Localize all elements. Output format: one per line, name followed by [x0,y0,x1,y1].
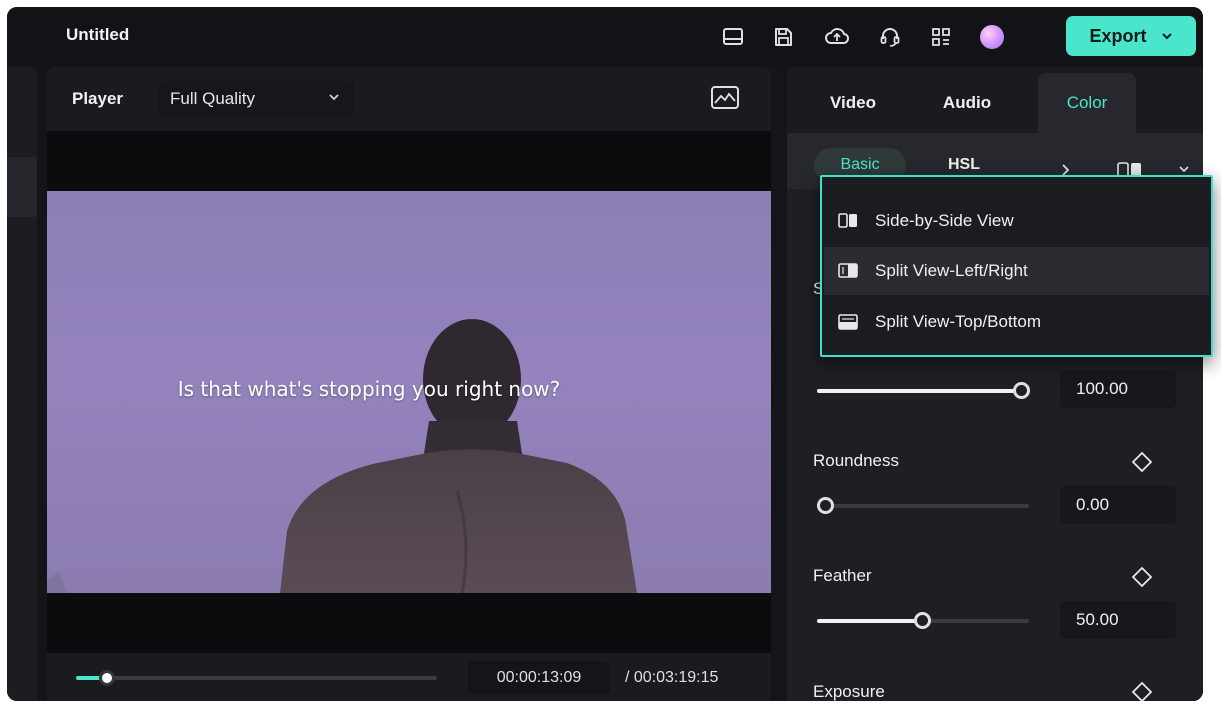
player-label: Player [72,89,124,108]
quality-dropdown[interactable]: Full Quality [158,81,354,117]
menu-item-split-top-bottom[interactable]: Split View-Top/Bottom [824,298,1209,346]
layout-icon[interactable] [721,25,745,49]
slider-knob[interactable] [1013,382,1030,399]
side-by-side-icon [838,213,857,228]
split-left-right-icon [838,263,858,278]
quality-value: Full Quality [170,89,256,108]
progress-fill [76,676,101,680]
menu-item-label: Split View-Left/Right [875,261,1028,280]
title-bar: Untitled Export [7,7,1203,65]
save-icon[interactable] [771,25,795,49]
playback-controls: 00:00:13:09 / 00:03:19:15 [47,653,771,701]
feather-label: Feather [813,566,872,585]
current-time[interactable]: 00:00:13:09 [468,661,610,695]
project-title: Untitled [66,25,130,44]
video-subtitle: Is that what's stopping you right now? [177,377,561,401]
left-panel-item[interactable] [7,157,37,217]
keyframe-diamond-icon[interactable] [1131,681,1153,701]
exposure-label: Exposure [813,682,885,701]
player-header: Player Full Quality [47,67,771,131]
split-top-bottom-icon [838,314,858,330]
progress-knob[interactable] [99,670,115,686]
roundness-label: Roundness [813,451,900,470]
avatar[interactable] [980,25,1004,49]
menu-item-split-left-right[interactable]: Split View-Left/Right [824,247,1209,295]
properties-panel: Video Audio Color Basic HSL S 100.00 Rou… [787,67,1203,701]
total-time: / 00:03:19:15 [625,669,719,686]
playback-progress[interactable] [76,670,437,686]
tab-color[interactable]: Color [1038,73,1136,133]
slider-fill [817,619,917,623]
headset-icon[interactable] [878,25,902,49]
slider-fill [817,389,1027,393]
slider-knob[interactable] [817,497,834,514]
param-value[interactable]: 100.00 [1060,370,1176,408]
tab-audio[interactable]: Audio [917,73,1017,133]
feather-slider[interactable] [817,612,1029,629]
export-label: Export [1089,25,1147,46]
menu-item-label: Split View-Top/Bottom [875,312,1041,331]
panel-tabs: Video Audio Color [787,67,1203,133]
chevron-down-icon [329,94,339,101]
slider-knob[interactable] [914,612,931,629]
menu-item-label: Side-by-Side View [875,211,1014,230]
snapshot-icon[interactable] [710,85,740,111]
grid-apps-icon[interactable] [929,25,953,49]
chevron-down-icon[interactable] [1178,165,1190,175]
cloud-upload-icon[interactable] [825,25,849,49]
menu-item-side-by-side[interactable]: Side-by-Side View [824,197,1209,245]
player-panel: Player Full Quality Is that what's stopp… [47,67,771,701]
keyframe-diamond-icon[interactable] [1131,451,1153,473]
export-button[interactable]: Export [1066,16,1196,56]
param-slider[interactable] [817,382,1030,399]
letterbox-top [47,131,771,191]
compare-view-menu: Side-by-Side View Split View-Left/Right … [820,175,1213,357]
roundness-value[interactable]: 0.00 [1060,486,1176,524]
left-panel [7,67,37,701]
feather-value[interactable]: 50.00 [1060,601,1176,639]
roundness-slider[interactable] [817,497,1029,514]
tab-video[interactable]: Video [803,73,903,133]
chevron-down-icon [1161,33,1172,40]
letterbox-bottom [47,593,771,653]
keyframe-diamond-icon[interactable] [1131,566,1153,588]
video-preview[interactable]: Is that what's stopping you right now? [47,191,771,593]
